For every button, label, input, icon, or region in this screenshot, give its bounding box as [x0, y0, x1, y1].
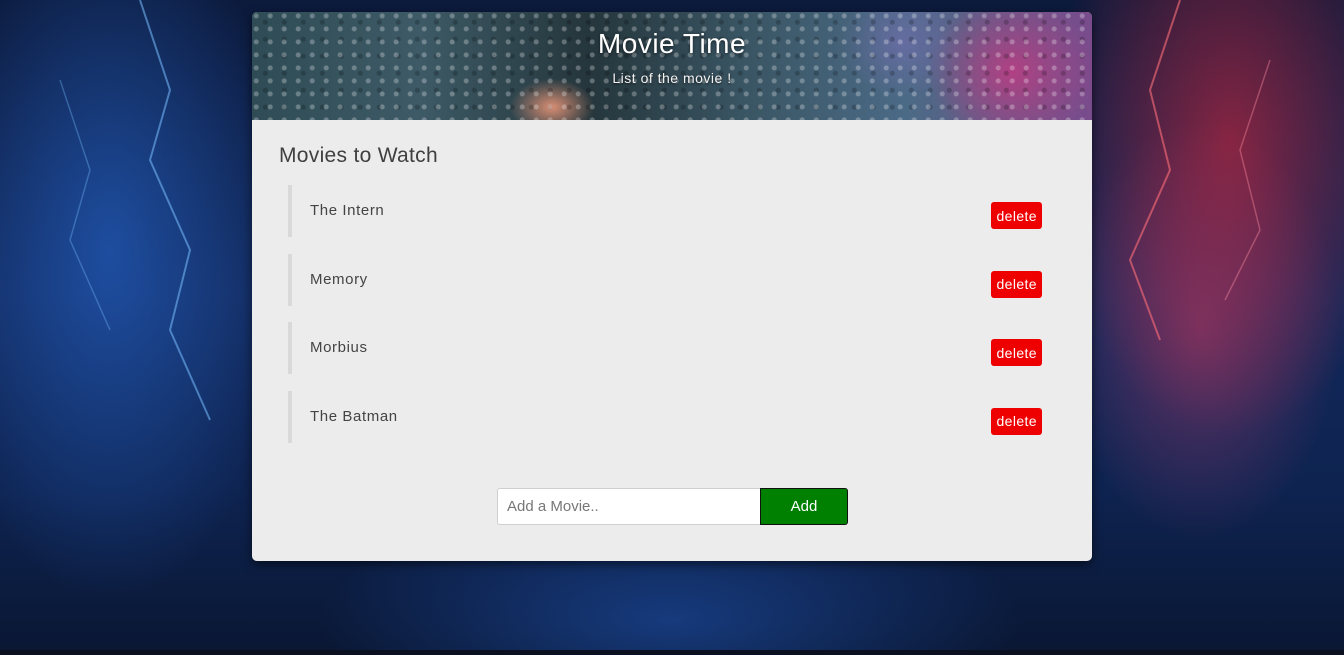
movie-name: Morbius — [310, 339, 368, 356]
page-title: Movie Time — [597, 28, 747, 59]
delete-button[interactable]: delete — [991, 202, 1042, 229]
delete-button[interactable]: delete — [991, 339, 1042, 366]
movie-name: The Batman — [310, 407, 398, 425]
list-item: The Intern delete — [288, 185, 1042, 237]
section-title: Movies to Watch — [279, 144, 438, 167]
movie-name: The Intern — [310, 202, 385, 219]
movie-input[interactable] — [497, 488, 760, 525]
movie-list: The Intern delete Memory delete Morbius … — [279, 185, 1092, 443]
list-item: Memory delete — [288, 253, 1042, 306]
add-button[interactable]: Add — [760, 488, 848, 525]
list-item: Morbius delete — [288, 322, 1042, 374]
delete-button[interactable]: delete — [991, 407, 1042, 435]
page-subtitle: List of the movie ! — [612, 70, 732, 86]
add-movie-form: Add — [497, 488, 848, 525]
movie-card: Movie Time List of the movie ! Movies to… — [252, 12, 1092, 561]
movie-name: Memory — [310, 270, 368, 288]
header-banner: Movie Time List of the movie ! — [252, 12, 1092, 120]
main-content: Movies to Watch The Intern delete Memory… — [252, 120, 1092, 443]
delete-button[interactable]: delete — [991, 270, 1042, 298]
list-item: The Batman delete — [288, 390, 1042, 443]
